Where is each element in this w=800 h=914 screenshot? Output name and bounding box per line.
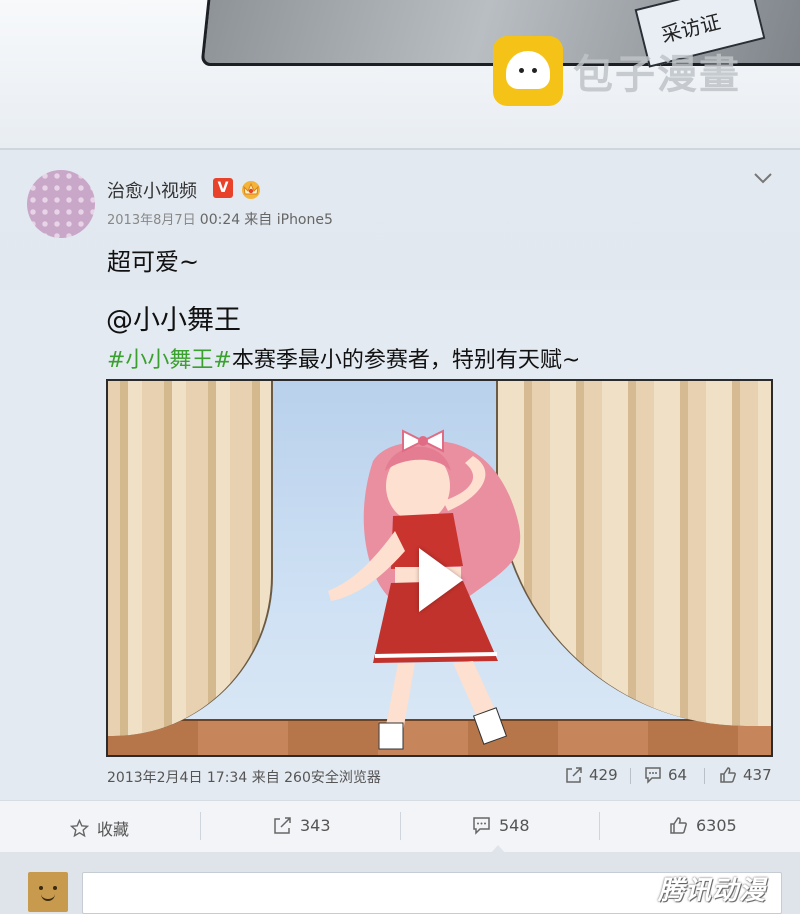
avatar[interactable] bbox=[27, 170, 95, 238]
repost-icon bbox=[566, 767, 582, 783]
stat-separator bbox=[630, 768, 631, 784]
quoted-comment-stat[interactable]: 64 bbox=[644, 766, 687, 784]
watermark-bottom: 腾讯动漫 bbox=[658, 876, 767, 906]
quoted-text: #小小舞王#本赛季最小的参赛者，特别有天赋~ bbox=[107, 342, 580, 374]
crown-badge-icon bbox=[242, 181, 260, 199]
quoted-body: 本赛季最小的参赛者，特别有天赋~ bbox=[231, 348, 581, 373]
curtain-left bbox=[108, 381, 273, 736]
post-date: 2013年8月7日 bbox=[107, 213, 196, 228]
stat-separator bbox=[704, 768, 705, 784]
verified-badge-icon: V bbox=[213, 178, 233, 198]
favorite-label: 收藏 bbox=[97, 820, 130, 839]
quoted-comment-count: 64 bbox=[668, 766, 688, 784]
action-separator bbox=[599, 812, 600, 840]
quoted-author[interactable]: @小小舞王 bbox=[106, 298, 241, 337]
star-icon bbox=[70, 818, 89, 837]
comment-icon bbox=[473, 817, 490, 835]
card-divider bbox=[0, 148, 800, 150]
quoted-repost-stat[interactable]: 429 bbox=[565, 766, 618, 784]
post-text: 超可爱~ bbox=[107, 248, 200, 276]
username[interactable]: 治愈小视频 bbox=[107, 177, 197, 203]
post-time: 00:24 bbox=[199, 212, 241, 228]
post-source[interactable]: 来自 iPhone5 bbox=[244, 212, 333, 228]
quoted-footer: 2013年2月4日 17:34 来自 260安全浏览器 bbox=[107, 770, 381, 786]
comment-button[interactable]: 548 bbox=[472, 816, 530, 835]
comment-count: 548 bbox=[499, 816, 530, 835]
thumbs-up-icon bbox=[720, 767, 736, 783]
play-icon[interactable] bbox=[419, 548, 463, 612]
repost-button[interactable]: 343 bbox=[273, 816, 331, 835]
watermark-top-text: 包子漫畫 bbox=[573, 52, 741, 98]
action-separator bbox=[400, 812, 401, 840]
watermark-top: 包子漫畫 bbox=[493, 36, 741, 106]
quoted-like-count: 437 bbox=[743, 766, 772, 784]
repost-count: 343 bbox=[300, 816, 331, 835]
comment-icon bbox=[645, 767, 661, 784]
commenter-avatar bbox=[28, 872, 68, 912]
thumbs-up-icon bbox=[670, 817, 687, 834]
quoted-like-stat[interactable]: 437 bbox=[719, 766, 772, 784]
post-meta: 2013年8月7日 00:24 来自 iPhone5 bbox=[107, 209, 333, 229]
action-separator bbox=[200, 812, 201, 840]
favorite-button[interactable]: 收藏 bbox=[70, 816, 129, 840]
like-count: 6305 bbox=[696, 816, 737, 835]
repost-icon bbox=[274, 817, 291, 834]
chevron-down-icon[interactable] bbox=[752, 170, 774, 186]
quoted-repost-count: 429 bbox=[589, 766, 618, 784]
hashtag-link[interactable]: #小小舞王# bbox=[107, 348, 232, 373]
like-button[interactable]: 6305 bbox=[669, 816, 737, 835]
watermark-logo-icon bbox=[493, 36, 563, 106]
